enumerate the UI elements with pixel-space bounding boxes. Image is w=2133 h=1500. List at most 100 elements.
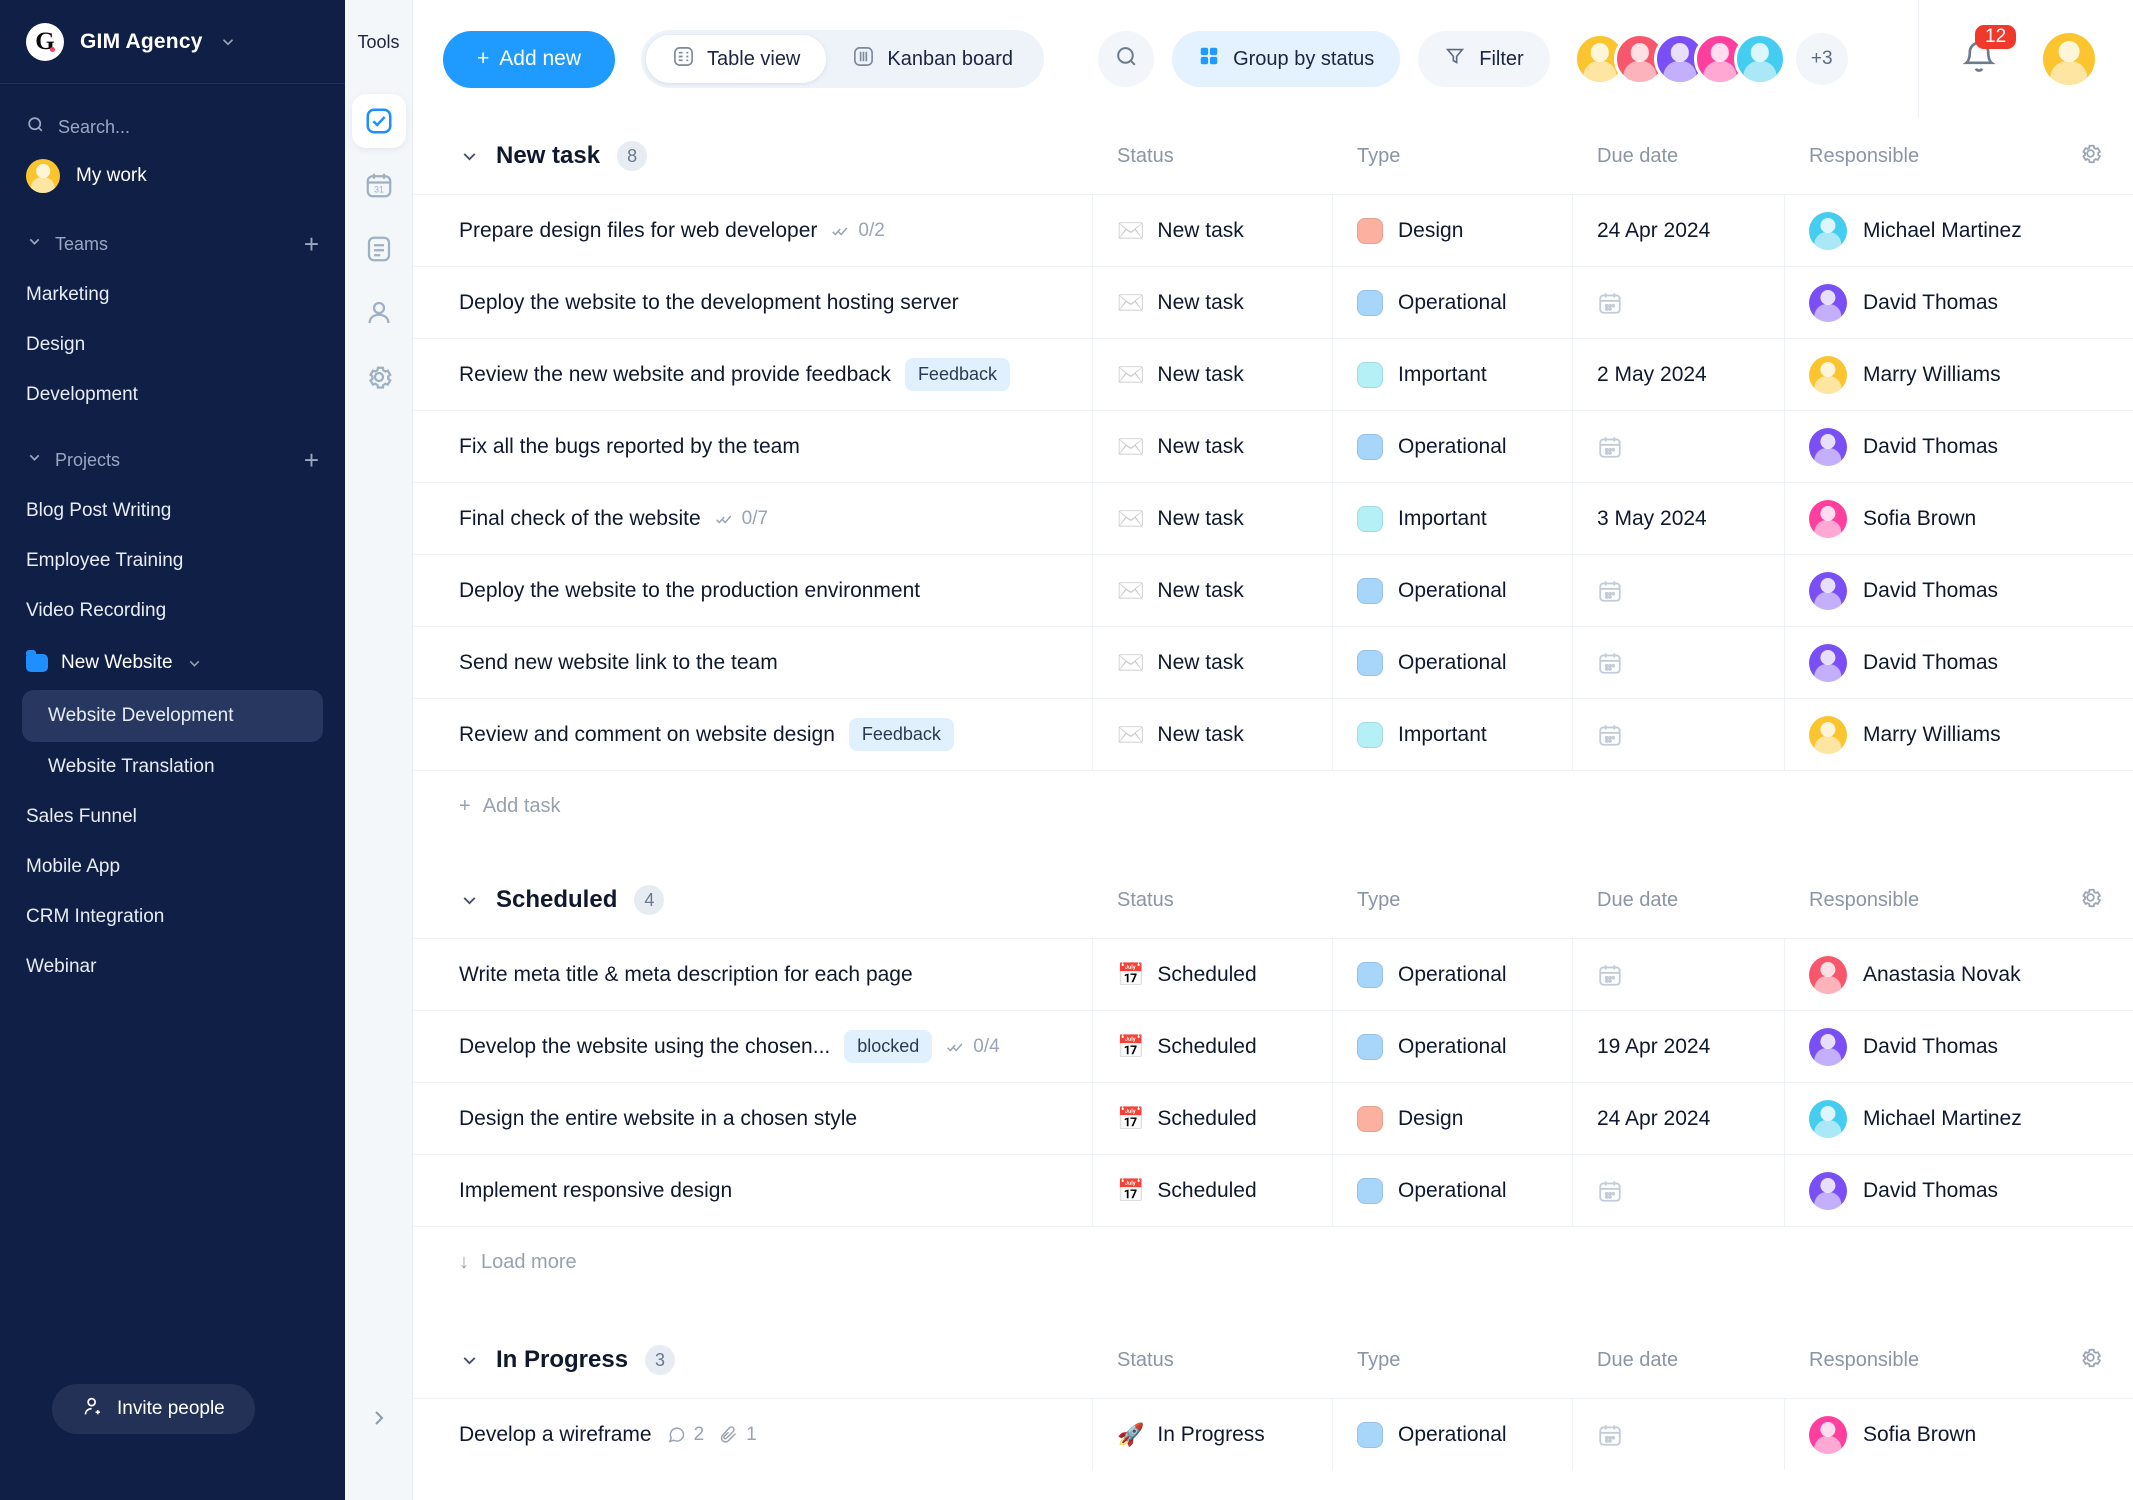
table-row[interactable]: Implement responsive design 📅 Scheduled … <box>413 1154 2133 1226</box>
sidebar-item-blog-post-writing[interactable]: Blog Post Writing <box>0 486 345 536</box>
column-settings-gear-icon[interactable] <box>2078 141 2103 171</box>
cell-task[interactable]: Send new website link to the team <box>413 627 1093 698</box>
cell-task[interactable]: Fix all the bugs reported by the team <box>413 411 1093 482</box>
chevron-down-icon[interactable] <box>186 655 203 672</box>
chevron-down-icon[interactable] <box>459 146 480 167</box>
cell-due-date[interactable]: 24 Apr 2024 <box>1573 1083 1785 1154</box>
cell-type[interactable]: Operational <box>1333 627 1573 698</box>
cell-task[interactable]: Develop the website using the chosen... … <box>413 1011 1093 1082</box>
cell-due-date[interactable]: 2 May 2024 <box>1573 339 1785 410</box>
cell-due-date[interactable] <box>1573 627 1785 698</box>
table-row[interactable]: Send new website link to the team ✉️ New… <box>413 626 2133 698</box>
cell-status[interactable]: 🚀 In Progress <box>1093 1399 1333 1470</box>
avatar[interactable] <box>1733 33 1786 85</box>
column-settings-gear-icon[interactable] <box>2078 1345 2103 1375</box>
cell-responsible[interactable]: Michael Martinez <box>1785 1083 2133 1154</box>
sidebar-item-marketing[interactable]: Marketing <box>0 270 345 320</box>
cell-task[interactable]: Final check of the website 0/7 <box>413 483 1093 554</box>
cell-task[interactable]: Review the new website and provide feedb… <box>413 339 1093 410</box>
load-more-button[interactable]: ↓ Load more <box>413 1226 2133 1298</box>
cell-status[interactable]: ✉️ New task <box>1093 483 1333 554</box>
sidebar-item-sales-funnel[interactable]: Sales Funnel <box>0 792 345 842</box>
cell-responsible[interactable]: Anastasia Novak <box>1785 939 2133 1010</box>
cell-responsible[interactable]: Sofia Brown <box>1785 483 2133 554</box>
cell-due-date[interactable] <box>1573 699 1785 770</box>
tab-kanban-board[interactable]: Kanban board <box>826 35 1039 83</box>
cell-status[interactable]: ✉️ New task <box>1093 195 1333 266</box>
notifications-button[interactable]: 12 <box>1959 25 2017 81</box>
filter-button[interactable]: Filter <box>1418 31 1550 87</box>
add-project-button[interactable]: + <box>304 447 319 473</box>
add-new-button[interactable]: + Add new <box>443 30 615 88</box>
cell-responsible[interactable]: David Thomas <box>1785 1155 2133 1226</box>
table-row[interactable]: Write meta title & meta description for … <box>413 938 2133 1010</box>
sidebar-item-design[interactable]: Design <box>0 320 345 370</box>
sidebar-section-teams[interactable]: Teams + <box>0 218 345 270</box>
cell-type[interactable]: Operational <box>1333 1399 1573 1470</box>
invite-people-button[interactable]: Invite people <box>52 1384 255 1434</box>
chevron-down-icon[interactable] <box>459 890 480 911</box>
sidebar-section-projects[interactable]: Projects + <box>0 434 345 486</box>
cell-task[interactable]: Develop a wireframe 2 1 <box>413 1399 1093 1470</box>
table-row[interactable]: Prepare design files for web developer 0… <box>413 194 2133 266</box>
table-row[interactable]: Final check of the website 0/7 ✉️ New ta… <box>413 482 2133 554</box>
table-row[interactable]: Design the entire website in a chosen st… <box>413 1082 2133 1154</box>
sidebar-item-my-work[interactable]: My work <box>0 148 345 204</box>
gear-icon[interactable] <box>352 350 406 404</box>
cell-task[interactable]: Deploy the website to the development ho… <box>413 267 1093 338</box>
cell-due-date[interactable] <box>1573 555 1785 626</box>
calendar-31-icon[interactable]: 31 <box>352 158 406 212</box>
table-row[interactable]: Review the new website and provide feedb… <box>413 338 2133 410</box>
cell-due-date[interactable] <box>1573 939 1785 1010</box>
cell-type[interactable]: Design <box>1333 195 1573 266</box>
cell-task[interactable]: Deploy the website to the production env… <box>413 555 1093 626</box>
cell-due-date[interactable] <box>1573 411 1785 482</box>
cell-due-date[interactable]: 24 Apr 2024 <box>1573 195 1785 266</box>
cell-type[interactable]: Operational <box>1333 1011 1573 1082</box>
cell-responsible[interactable]: David Thomas <box>1785 555 2133 626</box>
document-icon[interactable] <box>352 222 406 276</box>
cell-due-date[interactable] <box>1573 1399 1785 1470</box>
cell-due-date[interactable] <box>1573 1155 1785 1226</box>
table-row[interactable]: Develop a wireframe 2 1 🚀 In Progress Op… <box>413 1398 2133 1470</box>
sidebar-item-crm-integration[interactable]: CRM Integration <box>0 892 345 942</box>
cell-status[interactable]: 📅 Scheduled <box>1093 1083 1333 1154</box>
cell-responsible[interactable]: David Thomas <box>1785 411 2133 482</box>
tab-table-view[interactable]: Table view <box>646 35 827 83</box>
cell-responsible[interactable]: David Thomas <box>1785 627 2133 698</box>
cell-status[interactable]: ✉️ New task <box>1093 627 1333 698</box>
cell-responsible[interactable]: Michael Martinez <box>1785 195 2133 266</box>
search-button[interactable] <box>1098 31 1155 87</box>
chevron-down-icon[interactable] <box>219 33 237 51</box>
cell-status[interactable]: ✉️ New task <box>1093 699 1333 770</box>
cell-type[interactable]: Important <box>1333 339 1573 410</box>
add-task-button[interactable]: + Add task <box>413 770 2133 842</box>
cell-type[interactable]: Important <box>1333 483 1573 554</box>
group-by-status-button[interactable]: Group by status <box>1172 31 1401 87</box>
table-row[interactable]: Review and comment on website design Fee… <box>413 698 2133 770</box>
cell-due-date[interactable] <box>1573 267 1785 338</box>
cell-type[interactable]: Operational <box>1333 555 1573 626</box>
sidebar-search[interactable]: Search... <box>0 106 345 148</box>
table-row[interactable]: Deploy the website to the development ho… <box>413 266 2133 338</box>
sidebar-item-webinar[interactable]: Webinar <box>0 942 345 992</box>
cell-responsible[interactable]: David Thomas <box>1785 267 2133 338</box>
chevron-down-icon[interactable] <box>459 1350 480 1371</box>
cell-type[interactable]: Important <box>1333 699 1573 770</box>
member-avatars[interactable]: +3 <box>1573 33 1848 85</box>
cell-due-date[interactable]: 19 Apr 2024 <box>1573 1011 1785 1082</box>
task-tag[interactable]: blocked <box>844 1030 933 1063</box>
cell-due-date[interactable]: 3 May 2024 <box>1573 483 1785 554</box>
cell-status[interactable]: ✉️ New task <box>1093 267 1333 338</box>
cell-status[interactable]: ✉️ New task <box>1093 555 1333 626</box>
cell-responsible[interactable]: Marry Williams <box>1785 339 2133 410</box>
table-row[interactable]: Deploy the website to the production env… <box>413 554 2133 626</box>
cell-type[interactable]: Operational <box>1333 411 1573 482</box>
cell-task[interactable]: Design the entire website in a chosen st… <box>413 1083 1093 1154</box>
cell-type[interactable]: Operational <box>1333 939 1573 1010</box>
cell-task[interactable]: Review and comment on website design Fee… <box>413 699 1093 770</box>
person-icon[interactable] <box>352 286 406 340</box>
sidebar-item-employee-training[interactable]: Employee Training <box>0 536 345 586</box>
cell-type[interactable]: Design <box>1333 1083 1573 1154</box>
task-tag[interactable]: Feedback <box>848 718 954 751</box>
